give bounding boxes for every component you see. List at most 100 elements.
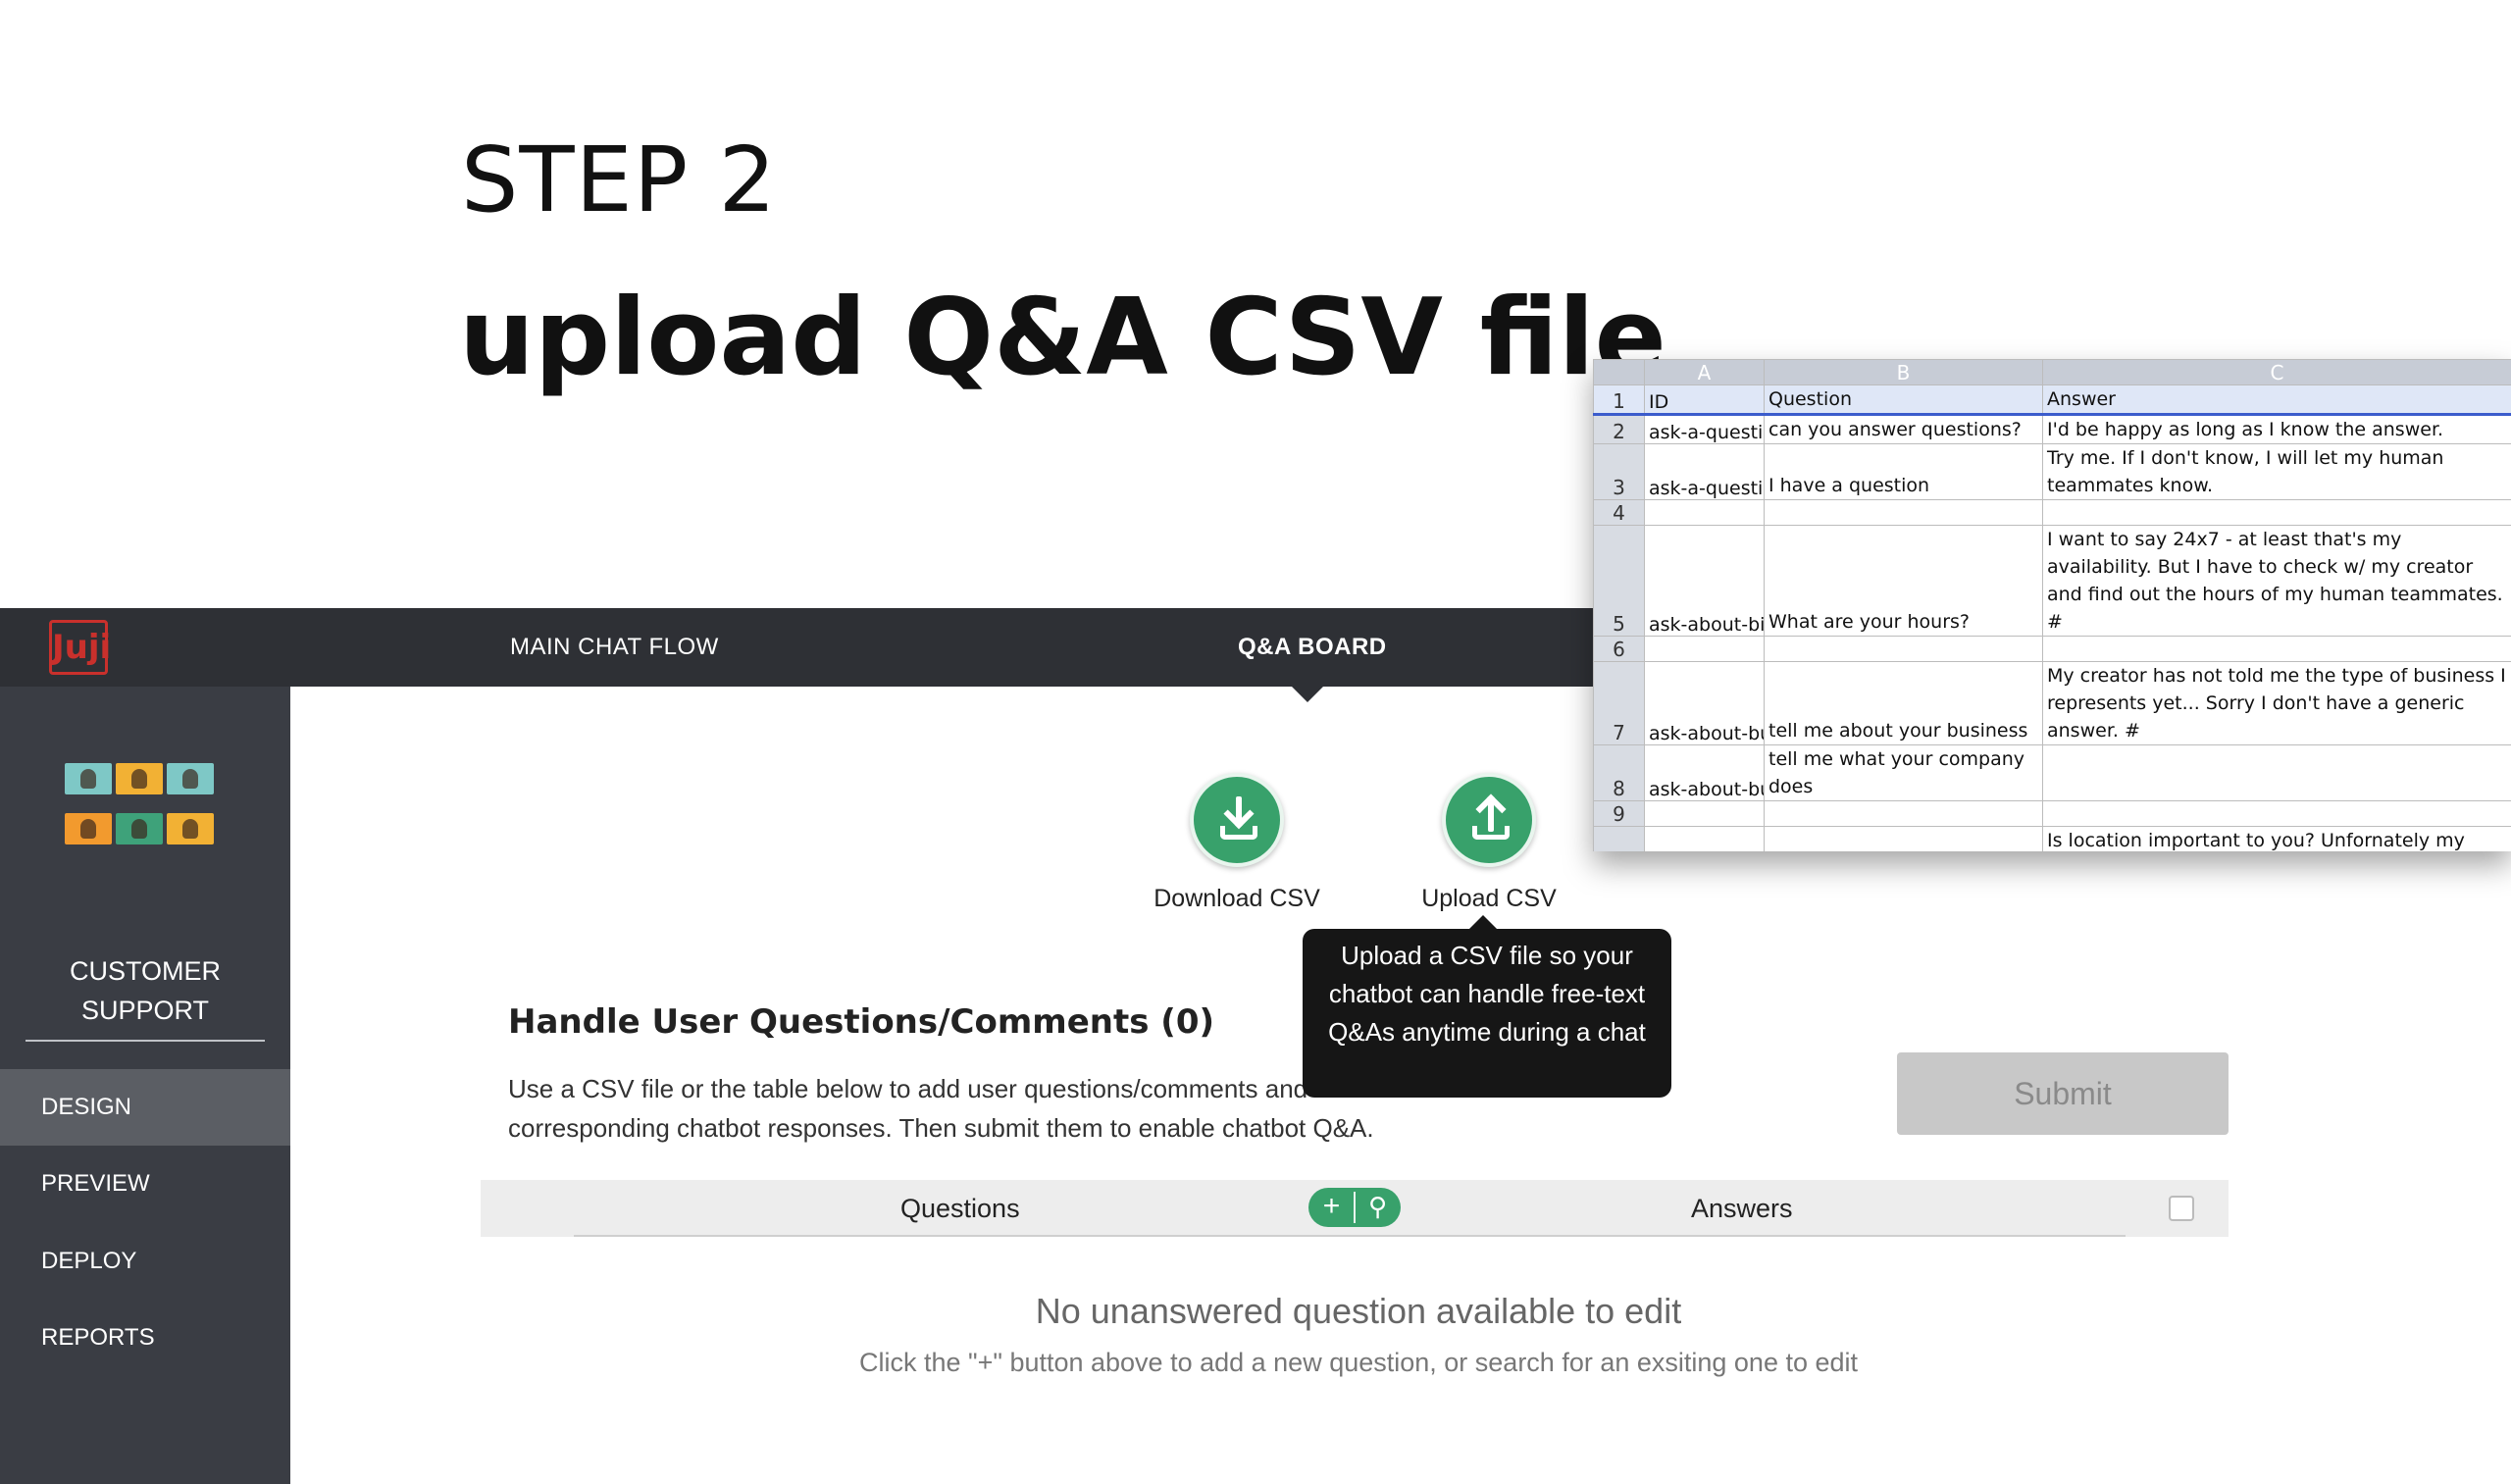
spreadsheet-cell-id[interactable]: ID [1644,384,1765,416]
spreadsheet-row-number[interactable]: 2 [1593,414,1645,444]
spreadsheet-cell-answer[interactable]: Answer [2042,384,2511,416]
sidebar-item-deploy[interactable]: DEPLOY [0,1223,290,1300]
empty-state-hint: Click the "+" button above to add a new … [858,1348,1859,1377]
avatar [116,813,163,844]
empty-state-title: No unanswered question available to edit [1035,1291,1682,1331]
upload-csv-label: Upload CSV [1421,885,1557,912]
spreadsheet-cell-question[interactable]: What are your hours? [1764,525,2043,637]
questions-column-header: Questions [900,1194,1020,1223]
sidebar-item-preview[interactable]: PREVIEW [0,1146,290,1222]
spreadsheet-row: 5 ask-about-bi What are your hours? I want … [1593,525,2511,637]
top-navigation-bar: Juji MAIN CHAT FLOW Q&A BOARD [0,608,1609,687]
spreadsheet-header-row: 1 ID Question Answer [1593,384,2511,416]
spreadsheet-row: 8 ask-about-bu tell me what your company d… [1593,744,2511,801]
spreadsheet-cell-answer[interactable]: My creator has not told me the type of b… [2042,661,2511,745]
spreadsheet-cell-answer[interactable] [2042,744,2511,801]
qa-section-title: Handle User Questions/Comments (0) [508,1002,1215,1042]
spreadsheet-row-number[interactable]: 7 [1593,661,1645,745]
tab-qa-board[interactable]: Q&A BOARD [1238,608,1387,687]
avatar [167,813,214,844]
spreadsheet-cell-answer[interactable] [2042,499,2511,526]
spreadsheet-row-number[interactable]: 8 [1593,744,1645,801]
answers-column-header: Answers [1691,1194,1793,1223]
download-csv-button[interactable] [1190,773,1284,867]
spreadsheet-row: 3 ask-a-questio I have a question Try me. I… [1593,443,2511,500]
spreadsheet-column-b: B [1764,359,2043,385]
spreadsheet-cell-question[interactable]: can you answer questions? [1764,414,2043,444]
spreadsheet-table: A B C 1 ID Question Answer 2 ask-a-questio can… [1593,359,2511,851]
spreadsheet-row: 10ask-about-loWhere are you located?Is l… [1593,826,2511,851]
active-tab-indicator [1292,687,1323,702]
spreadsheet-column-a: A [1644,359,1765,385]
spreadsheet-cell-question[interactable] [1764,499,2043,526]
step-label: STEP 2 [461,128,777,232]
spreadsheet-cell-answer[interactable]: I'd be happy as long as I know the answe… [2042,414,2511,444]
spreadsheet-row-number[interactable]: 9 [1593,800,1645,827]
plus-icon: + [1322,1190,1341,1222]
qa-table-header: Questions + ⚲ Answers [481,1180,2229,1237]
spreadsheet-cell-question[interactable]: tell me what your company does [1764,744,2043,801]
add-search-button-group: + ⚲ [1308,1188,1401,1227]
spreadsheet-cell-question[interactable]: Question [1764,384,2043,416]
bot-name-line2: SUPPORT [80,996,210,1025]
download-csv-action[interactable]: Download CSV [1139,773,1335,913]
download-csv-label: Download CSV [1153,885,1320,912]
spreadsheet-cell-id[interactable]: ask-a-questio [1644,414,1765,444]
sidebar-divider [26,1040,265,1042]
spreadsheet-row-number[interactable]: 5 [1593,525,1645,637]
avatar [167,763,214,794]
spreadsheet-cell-id[interactable] [1644,800,1765,827]
upload-csv-tooltip: Upload a CSV file so your chatbot can ha… [1303,915,1671,1098]
upload-csv-action[interactable]: Upload CSV [1391,773,1587,913]
upload-csv-button[interactable] [1442,773,1536,867]
spreadsheet-rows: 1 ID Question Answer 2 ask-a-questio can you a… [1593,384,2511,851]
bot-avatar-grid [63,763,224,863]
spreadsheet-cell-id[interactable]: ask-about-bi [1644,525,1765,637]
avatar [116,763,163,794]
table-header-divider [574,1235,2126,1237]
spreadsheet-cell-question[interactable]: tell me about your business [1764,661,2043,745]
spreadsheet-cell-answer[interactable]: Try me. If I don't know, I will let my h… [2042,443,2511,500]
spreadsheet-row: 4 [1593,499,2511,526]
juji-logo[interactable]: Juji [49,620,111,675]
search-question-button[interactable]: ⚲ [1355,1188,1401,1227]
spreadsheet-cell-id[interactable]: ask-about-lo [1644,826,1765,851]
spreadsheet-cell-answer[interactable] [2042,636,2511,662]
spreadsheet-cell-question[interactable] [1764,800,2043,827]
spreadsheet-corner [1593,359,1645,385]
spreadsheet-row-number[interactable]: 1 [1593,384,1645,416]
spreadsheet-cell-id[interactable]: ask-about-bu [1644,744,1765,801]
spreadsheet-cell-id[interactable] [1644,636,1765,662]
spreadsheet-column-c: C [2042,359,2511,385]
spreadsheet-cell-question[interactable]: I have a question [1764,443,2043,500]
tab-main-chat-flow[interactable]: MAIN CHAT FLOW [510,608,719,687]
spreadsheet-row: 2 ask-a-questio can you answer questions? I… [1593,414,2511,444]
bot-name-line1: CUSTOMER [69,956,221,986]
spreadsheet-row: 7 ask-about-bu tell me about your business… [1593,661,2511,745]
spreadsheet-cell-answer[interactable]: I want to say 24x7 - at least that's my … [2042,525,2511,637]
spreadsheet-row: 6 [1593,636,2511,662]
spreadsheet-cell-id[interactable]: ask-about-bu [1644,661,1765,745]
csv-spreadsheet-preview: A B C 1 ID Question Answer 2 ask-a-questio can… [1593,359,2511,851]
spreadsheet-row-number[interactable]: 4 [1593,499,1645,526]
submit-button[interactable]: Submit [1897,1052,2229,1135]
bot-name: CUSTOMER SUPPORT [0,951,290,1030]
spreadsheet-row-number[interactable]: 10 [1593,826,1645,851]
spreadsheet-cell-id[interactable] [1644,499,1765,526]
sidebar-item-design[interactable]: DESIGN [0,1069,290,1146]
qa-description-line2: corresponding chatbot responses. Then su… [508,1113,1374,1143]
spreadsheet-cell-question[interactable]: Where are you located? [1764,826,2043,851]
spreadsheet-row-number[interactable]: 6 [1593,636,1645,662]
avatar [65,813,112,844]
spreadsheet-column-headers: A B C [1593,359,2511,385]
search-icon: ⚲ [1367,1192,1388,1221]
add-question-button[interactable]: + [1308,1188,1355,1227]
spreadsheet-cell-question[interactable] [1764,636,2043,662]
spreadsheet-cell-id[interactable]: ask-a-questio [1644,443,1765,500]
spreadsheet-cell-answer[interactable] [2042,800,2511,827]
select-all-checkbox[interactable] [2169,1196,2194,1221]
avatar [65,763,112,794]
spreadsheet-cell-answer[interactable]: Is location important to you? Unfornatel… [2042,826,2511,851]
spreadsheet-row: 9 [1593,800,2511,827]
spreadsheet-row-number[interactable]: 3 [1593,443,1645,500]
